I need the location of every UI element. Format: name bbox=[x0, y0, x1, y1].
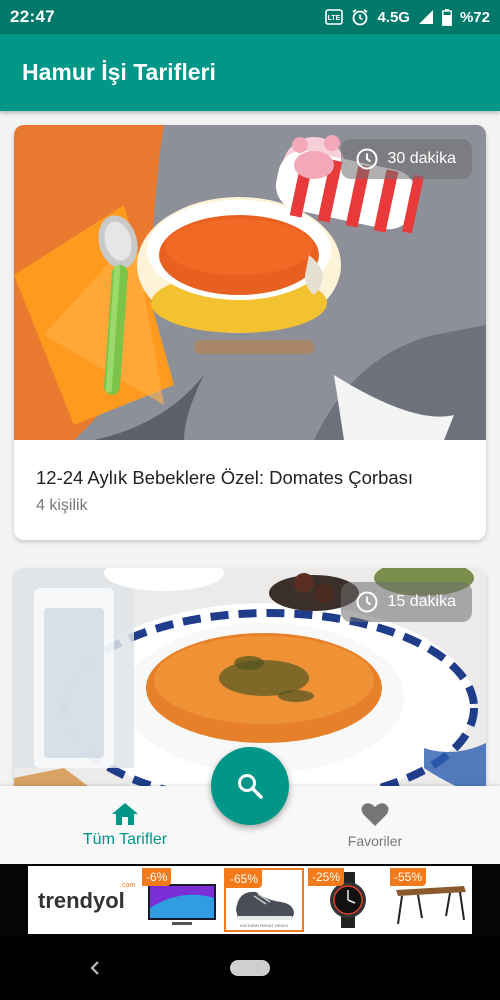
battery-icon bbox=[442, 8, 452, 26]
ad-product-tile[interactable]: -6% bbox=[142, 868, 222, 932]
ad-product-tile[interactable]: -25% bbox=[308, 868, 388, 932]
svg-text:LTE: LTE bbox=[328, 15, 341, 22]
network-type: 4.5G bbox=[377, 8, 410, 26]
ad-brand-logo: trendyol bbox=[38, 888, 125, 913]
discount-badge: -55% bbox=[390, 868, 427, 886]
status-time: 22:47 bbox=[10, 7, 55, 26]
discount-badge: -6% bbox=[142, 868, 172, 886]
home-pill-button[interactable] bbox=[230, 960, 270, 976]
cook-time-chip: 15 dakika bbox=[340, 582, 472, 622]
recipe-card[interactable]: 30 dakika 12-24 Aylık Bebeklere Özel: Do… bbox=[14, 125, 486, 540]
status-icons: LTE 4.5G %72 bbox=[325, 8, 490, 26]
search-icon bbox=[238, 774, 263, 799]
signal-icon bbox=[418, 10, 433, 24]
cook-time-label: 30 dakika bbox=[387, 150, 457, 167]
heart-icon bbox=[361, 802, 389, 826]
ad-banner[interactable]: trendyol .com -6% KAYDIRIN FIRSAT DENIZI… bbox=[0, 864, 500, 936]
discount-badge: -25% bbox=[308, 868, 345, 886]
nav-item-all-recipes[interactable]: Tüm Tarifler bbox=[40, 786, 210, 864]
status-bar: 22:47 LTE 4.5G %72 bbox=[0, 0, 500, 34]
volte-icon: LTE bbox=[325, 9, 344, 25]
page-title: Hamur İşi Tarifleri bbox=[22, 59, 216, 85]
ad-brand-suffix: .com bbox=[120, 882, 136, 889]
system-navigation-bar bbox=[0, 936, 500, 1000]
nav-label-all-recipes: Tüm Tarifler bbox=[82, 830, 168, 848]
recipe-title: 12-24 Aylık Bebeklere Özel: Domates Çorb… bbox=[36, 467, 414, 488]
discount-badge: -65% bbox=[226, 870, 263, 888]
nav-item-favorites[interactable]: Favoriler bbox=[290, 786, 460, 864]
ad-product-tile[interactable]: KAYDIRIN FIRSAT DENIZI -65% bbox=[224, 868, 304, 932]
clock-icon bbox=[356, 591, 377, 613]
cook-time-chip: 30 dakika bbox=[340, 139, 472, 179]
ad-product-tile[interactable]: -55% bbox=[390, 868, 470, 932]
battery-level: %72 bbox=[459, 8, 490, 26]
home-icon bbox=[112, 802, 138, 825]
alarm-icon bbox=[352, 9, 368, 26]
recipe-servings: 4 kişilik bbox=[36, 497, 88, 514]
ad-content[interactable]: trendyol .com -6% KAYDIRIN FIRSAT DENIZI… bbox=[28, 866, 472, 934]
clock-icon bbox=[356, 148, 377, 170]
search-fab-button[interactable] bbox=[211, 747, 289, 825]
ad-tile-caption: KAYDIRIN FIRSAT DENIZI bbox=[240, 923, 288, 928]
back-icon[interactable] bbox=[88, 960, 102, 976]
nav-label-favorites: Favoriler bbox=[347, 832, 403, 849]
app-bar: Hamur İşi Tarifleri bbox=[0, 34, 500, 111]
recipe-image: 30 dakika bbox=[14, 125, 486, 440]
cook-time-label: 15 dakika bbox=[387, 593, 457, 610]
